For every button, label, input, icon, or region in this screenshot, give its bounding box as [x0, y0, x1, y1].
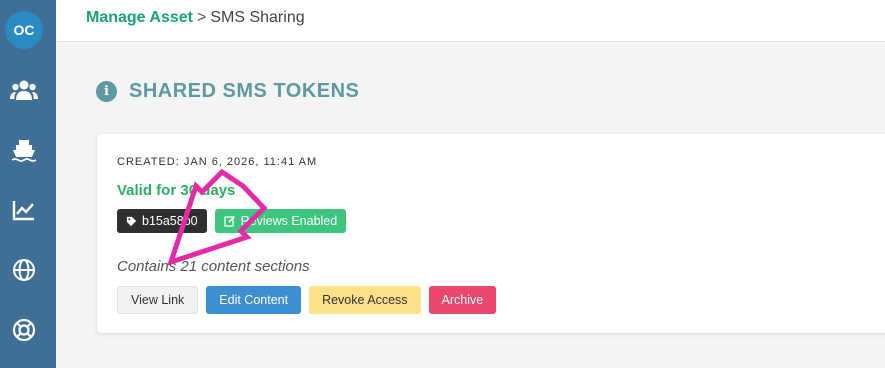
- token-badge: b15a58b0: [117, 209, 207, 233]
- avatar[interactable]: OC: [5, 11, 43, 49]
- created-timestamp: CREATED: JAN 6, 2026, 11:41 AM: [117, 156, 318, 168]
- ship-icon[interactable]: [8, 134, 40, 166]
- revoke-access-button[interactable]: Revoke Access: [309, 286, 421, 314]
- token-badge-label: b15a58b0: [142, 214, 198, 228]
- page-title-text: SHARED SMS TOKENS: [129, 80, 360, 102]
- info-icon: i: [96, 81, 117, 102]
- tag-icon: [126, 216, 137, 226]
- breadcrumb-separator: >: [197, 9, 207, 26]
- reviews-enabled-label: Reviews Enabled: [240, 214, 338, 228]
- token-card: CREATED: JAN 6, 2026, 11:41 AM Valid for…: [97, 134, 885, 333]
- archive-button[interactable]: Archive: [428, 286, 497, 314]
- globe-icon[interactable]: [8, 254, 40, 286]
- edit-icon: [223, 215, 235, 227]
- action-buttons: View Link Edit Content Revoke Access Arc…: [117, 286, 497, 314]
- badge-row: b15a58b0 Reviews Enabled: [117, 209, 347, 233]
- reviews-enabled-badge: Reviews Enabled: [214, 209, 347, 233]
- chart-line-icon[interactable]: [8, 194, 40, 226]
- users-icon[interactable]: [8, 74, 40, 106]
- breadcrumb-manage-asset-link[interactable]: Manage Asset: [86, 9, 193, 26]
- sidebar: OC: [0, 0, 56, 368]
- breadcrumb: Manage Asset > SMS Sharing: [86, 9, 305, 27]
- page-title: i SHARED SMS TOKENS: [96, 80, 359, 103]
- topbar: Manage Asset > SMS Sharing: [56, 0, 885, 42]
- validity-text: Valid for 30 days: [117, 182, 236, 199]
- content-sections-count: Contains 21 content sections: [117, 258, 310, 275]
- edit-content-button[interactable]: Edit Content: [206, 286, 302, 314]
- breadcrumb-current: SMS Sharing: [210, 9, 305, 26]
- lifebuoy-icon[interactable]: [8, 314, 40, 346]
- view-link-button[interactable]: View Link: [117, 286, 199, 314]
